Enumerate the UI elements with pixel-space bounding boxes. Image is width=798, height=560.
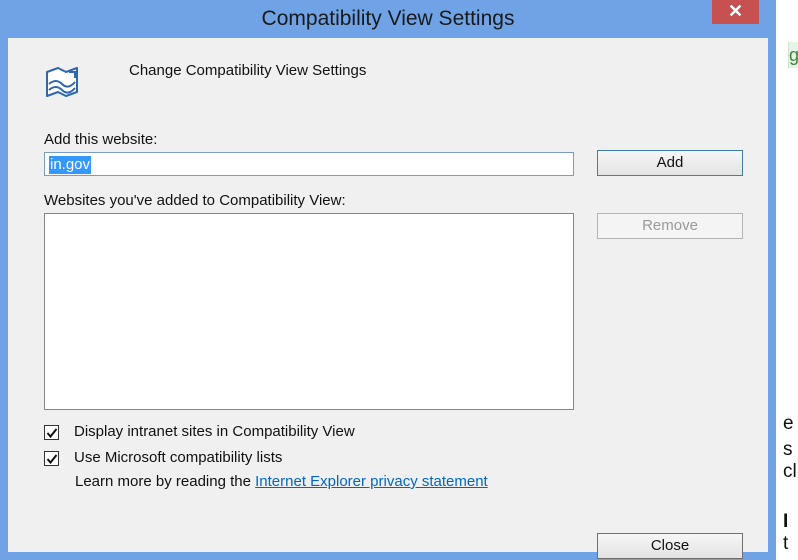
checkmark-icon	[46, 454, 58, 465]
websites-list[interactable]	[44, 213, 574, 410]
close-window-button[interactable]: ✕	[712, 0, 759, 24]
title-bar[interactable]: Compatibility View Settings ✕	[0, 0, 776, 38]
learn-more-text: Learn more by reading the Internet Explo…	[75, 473, 488, 490]
background-text-fragment: e	[783, 414, 794, 434]
learn-more-prefix: Learn more by reading the	[75, 473, 256, 490]
checkmark-icon	[46, 428, 58, 439]
remove-button[interactable]: Remove	[597, 213, 743, 239]
add-website-label: Add this website:	[44, 131, 158, 148]
background-text-fragment: t	[783, 534, 789, 554]
background-green-fragment: g	[788, 42, 798, 68]
header-title: Change Compatibility View Settings	[129, 62, 367, 79]
add-website-input[interactable]: in.gov	[44, 152, 574, 176]
background-text-fragment: I	[783, 512, 789, 532]
option-label: Display intranet sites in Compatibility …	[74, 423, 355, 440]
option-label: Use Microsoft compatibility lists	[74, 449, 283, 466]
dialog-title: Compatibility View Settings	[261, 7, 515, 30]
close-button[interactable]: Close	[597, 533, 743, 559]
checkbox-microsoft-lists[interactable]	[44, 451, 59, 466]
websites-list-label: Websites you've added to Compatibility V…	[44, 192, 346, 209]
background-text-fragment: s	[783, 440, 793, 460]
compatibility-view-icon	[44, 64, 80, 100]
background-text-fragment: cl	[783, 462, 797, 482]
add-website-input-value: in.gov	[49, 156, 92, 174]
privacy-statement-link[interactable]: Internet Explorer privacy statement	[255, 473, 488, 490]
close-icon: ✕	[727, 1, 744, 21]
checkbox-display-intranet[interactable]	[44, 425, 59, 440]
add-button[interactable]: Add	[597, 150, 743, 176]
